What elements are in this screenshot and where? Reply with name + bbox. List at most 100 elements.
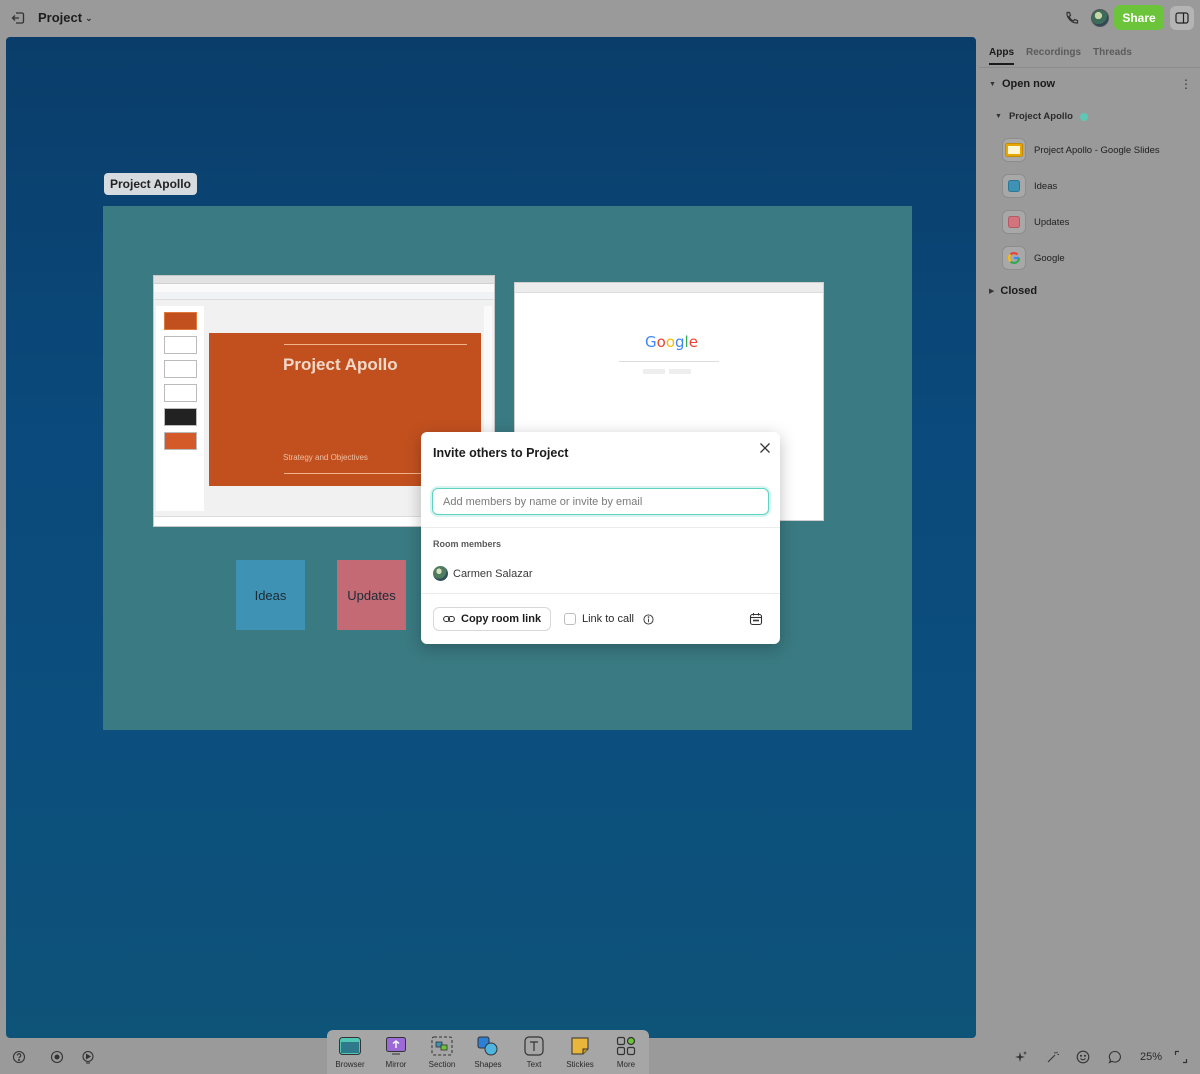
tool-label: Text [526, 1060, 542, 1069]
sparkle-icon[interactable] [1014, 1050, 1028, 1064]
google-search-box [619, 356, 719, 362]
help-icon[interactable] [12, 1050, 26, 1064]
panel-tabs: Apps Recordings Threads [989, 47, 1132, 65]
app-item-slides[interactable]: Project Apollo - Google Slides [1002, 138, 1160, 162]
sidebar-icon [1175, 12, 1189, 24]
mirror-icon [385, 1035, 407, 1057]
shapes-icon [477, 1035, 499, 1057]
google-logo: Google [645, 333, 698, 351]
grid-icon [615, 1035, 637, 1057]
open-now-label: Open now [1001, 78, 1056, 90]
record-icon[interactable] [50, 1050, 64, 1064]
app-item-ideas[interactable]: Ideas [1002, 174, 1057, 198]
slide-thumbnails [156, 306, 204, 511]
right-panel: Apps Recordings Threads ▼ Open now ⋮ ▼ P… [979, 37, 1200, 1038]
window-toolbar [154, 292, 494, 300]
slide-divider [284, 344, 467, 345]
room-status-dot [1079, 112, 1088, 121]
top-bar: Project ⌄ Share [0, 0, 1200, 36]
slide-subtitle: Strategy and Objectives [283, 453, 368, 462]
copy-room-link-label: Copy room link [461, 613, 542, 625]
tool-label: Section [428, 1060, 456, 1069]
link-to-call-checkbox[interactable] [564, 613, 576, 625]
tab-threads[interactable]: Threads [1093, 47, 1132, 65]
member-name: Carmen Salazar [453, 567, 533, 580]
app-label: Google [1034, 252, 1065, 264]
project-title-dropdown[interactable]: Project ⌄ [38, 10, 93, 25]
sticky-note-ideas[interactable]: Ideas [236, 560, 305, 630]
window-titlebar [515, 283, 823, 293]
caret-down-icon: ▼ [995, 113, 1002, 120]
app-item-updates[interactable]: Updates [1002, 210, 1069, 234]
sticky-icon [1002, 210, 1026, 234]
tool-text[interactable]: Text [514, 1035, 554, 1069]
tool-section[interactable]: Section [422, 1035, 462, 1069]
window-titlebar [154, 276, 494, 284]
caret-down-icon: ▼ [989, 80, 996, 88]
app-item-google[interactable]: Google [1002, 246, 1065, 270]
closed-label: Closed [1000, 285, 1038, 297]
tool-shapes[interactable]: Shapes [468, 1035, 508, 1069]
share-button[interactable]: Share [1114, 5, 1164, 30]
member-row: Carmen Salazar [433, 566, 532, 581]
room-group-toggle[interactable]: ▼ Project Apollo [995, 111, 1088, 122]
slide-thumbnail [164, 384, 197, 402]
copy-room-link-button[interactable]: Copy room link [433, 607, 552, 631]
zoom-level[interactable]: 25% [1140, 1051, 1162, 1063]
user-avatar[interactable] [1091, 9, 1109, 27]
invite-input[interactable] [432, 488, 769, 515]
bottom-toolbar: Browser Mirror Section Shapes Text Stick… [327, 1030, 649, 1074]
tool-label: More [616, 1060, 636, 1069]
tab-recordings[interactable]: Recordings [1026, 47, 1081, 65]
open-now-toggle[interactable]: ▼ Open now [989, 78, 1055, 90]
room-name: Project Apollo [1008, 111, 1073, 122]
present-icon[interactable] [81, 1050, 95, 1064]
tool-label: Shapes [474, 1060, 502, 1069]
app-label: Ideas [1034, 180, 1058, 192]
tool-label: Stickies [566, 1060, 594, 1069]
sticky-icon [1002, 174, 1026, 198]
tool-mirror[interactable]: Mirror [376, 1035, 416, 1069]
magic-wand-icon[interactable] [1046, 1050, 1060, 1064]
modal-title: Invite others to Project [433, 446, 569, 460]
slide-thumbnail [164, 432, 197, 450]
tool-label: Browser [335, 1060, 365, 1069]
info-icon[interactable] [643, 613, 654, 625]
close-icon[interactable] [758, 441, 772, 455]
leave-room-icon[interactable] [10, 10, 26, 26]
tool-stickies[interactable]: Stickies [560, 1035, 600, 1069]
google-icon [1002, 246, 1026, 270]
link-to-call-option[interactable]: Link to call [564, 613, 654, 625]
caret-right-icon: ▶ [989, 288, 995, 295]
slide-thumbnail [164, 360, 197, 378]
sticky-note-updates[interactable]: Updates [337, 560, 406, 630]
toggle-sidebar-button[interactable] [1170, 6, 1194, 30]
room-members-label: Room members [433, 539, 502, 549]
tool-browser[interactable]: Browser [330, 1035, 370, 1069]
chevron-down-icon: ⌄ [85, 12, 93, 23]
slide-title: Project Apollo [283, 355, 398, 374]
section-icon [431, 1035, 453, 1057]
tool-more[interactable]: More [606, 1035, 646, 1069]
stickies-icon [569, 1035, 591, 1057]
tabs-divider [979, 67, 1200, 68]
divider [421, 527, 780, 528]
closed-toggle[interactable]: ▶ Closed [989, 285, 1037, 297]
tab-apps[interactable]: Apps [989, 47, 1014, 65]
slides-icon [1002, 138, 1026, 162]
more-options-icon[interactable]: ⋮ [1180, 77, 1192, 91]
project-title: Project [38, 10, 83, 25]
slide-thumbnail [164, 408, 197, 426]
tool-label: Mirror [385, 1060, 407, 1069]
chat-icon[interactable] [1108, 1050, 1122, 1064]
calendar-icon[interactable] [749, 612, 763, 626]
slide-thumbnail [164, 312, 197, 330]
google-buttons [643, 369, 691, 374]
phone-icon[interactable] [1064, 10, 1080, 26]
app-label: Updates [1034, 216, 1070, 228]
fit-screen-icon[interactable] [1174, 1050, 1188, 1064]
avatar [433, 566, 448, 581]
emoji-icon[interactable] [1076, 1050, 1090, 1064]
window-menubar [154, 284, 494, 292]
section-label[interactable]: Project Apollo [104, 173, 197, 195]
